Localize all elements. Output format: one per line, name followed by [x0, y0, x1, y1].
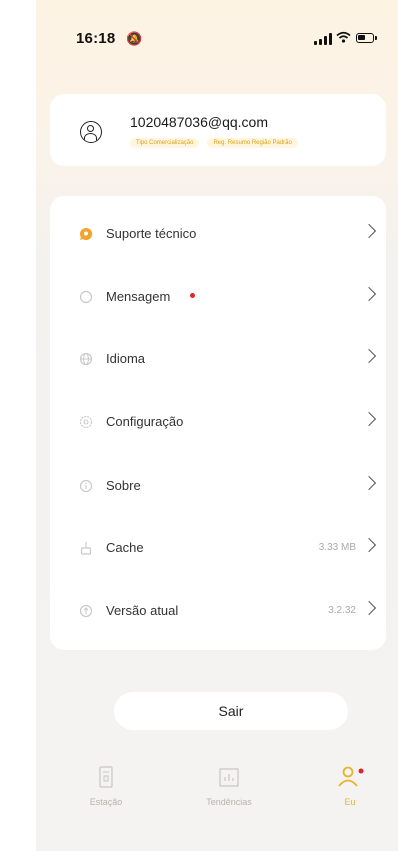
station-icon: [99, 766, 113, 788]
tab-me[interactable]: Eu: [310, 766, 390, 807]
cache-size: 3.33 MB: [318, 542, 356, 553]
chevron-right-icon: [361, 475, 377, 491]
broom-icon: [80, 542, 92, 555]
menu-item-settings[interactable]: Configuração: [50, 404, 386, 440]
info-icon: [79, 479, 93, 493]
menu-label: Mensagem: [106, 289, 171, 304]
tab-label: Estação: [89, 797, 123, 807]
unread-badge: [190, 293, 195, 298]
menu-label: Idioma: [106, 351, 146, 366]
account-tag: Reg. Resumo Região Padrão: [207, 138, 298, 148]
menu-label: Cache: [106, 540, 144, 555]
tab-trends[interactable]: Tendências: [189, 766, 269, 807]
silent-bell-icon: 🔕: [126, 31, 143, 46]
menu-card: Suporte técnico Mensagem Idioma Configur…: [50, 196, 386, 650]
phone-screen: 16:18 🔕 1020487036@qq.com Tipo Comercial…: [36, 0, 398, 851]
chevron-right-icon: [361, 411, 377, 427]
support-icon: [80, 227, 93, 240]
menu-item-version[interactable]: Versão atual 3.2.32: [50, 593, 386, 629]
tab-station[interactable]: Estação: [66, 766, 146, 807]
battery-icon: [356, 33, 377, 43]
settings-icon: [79, 415, 93, 429]
globe-icon: [79, 352, 93, 366]
menu-item-support[interactable]: Suporte técnico: [50, 216, 386, 252]
menu-label: Suporte técnico: [106, 226, 197, 241]
tab-label: Tendências: [206, 797, 252, 807]
message-icon: [79, 290, 93, 304]
avatar-icon: [80, 121, 102, 143]
cellular-signal-icon: [314, 33, 332, 45]
menu-item-message[interactable]: Mensagem: [50, 279, 386, 315]
chevron-right-icon: [361, 537, 377, 553]
menu-label: Configuração: [106, 414, 184, 429]
menu-label: Versão atual: [106, 603, 179, 618]
person-icon: [338, 766, 364, 787]
account-tag: Tipo Comercialização: [130, 138, 200, 148]
chevron-right-icon: [361, 348, 377, 364]
trends-icon: [219, 768, 239, 787]
account-card[interactable]: 1020487036@qq.com Tipo Comercialização R…: [50, 94, 386, 166]
menu-item-about[interactable]: Sobre: [50, 468, 386, 504]
logout-button[interactable]: Sair: [114, 692, 348, 730]
status-time: 16:18: [76, 30, 116, 47]
version-icon: [79, 604, 93, 618]
status-bar: 16:18 🔕: [36, 30, 398, 54]
menu-item-cache[interactable]: Cache 3.33 MB: [50, 530, 386, 566]
chevron-right-icon: [361, 223, 377, 239]
menu-item-language[interactable]: Idioma: [50, 341, 386, 377]
chevron-right-icon: [361, 600, 377, 616]
notification-dot: [358, 768, 364, 774]
menu-label: Sobre: [106, 478, 141, 493]
account-email: 1020487036@qq.com: [130, 114, 268, 130]
wifi-icon: [336, 30, 351, 46]
version-number: 3.2.32: [328, 605, 356, 616]
account-tags: Tipo Comercialização Reg. Resumo Região …: [130, 138, 298, 148]
tab-label: Eu: [344, 797, 356, 807]
chevron-right-icon: [361, 286, 377, 302]
